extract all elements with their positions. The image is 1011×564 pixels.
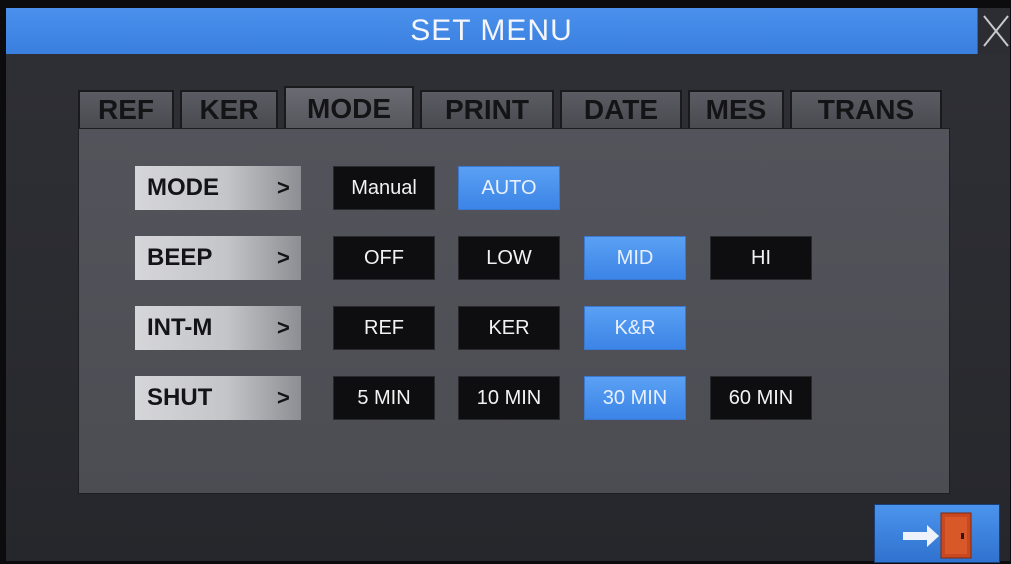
title-bar: SET MENU xyxy=(6,8,977,54)
chevron-right-icon: > xyxy=(277,175,290,200)
tab-label: PRINT xyxy=(445,94,529,125)
option-intm-kr[interactable]: K&R xyxy=(584,306,686,350)
tab-label: MODE xyxy=(307,93,391,124)
option-mode-manual[interactable]: Manual xyxy=(333,166,435,210)
option-beep-mid[interactable]: MID xyxy=(584,236,686,280)
option-shut-10min[interactable]: 10 MIN xyxy=(458,376,560,420)
tab-label: DATE xyxy=(583,94,659,125)
chevron-right-icon: > xyxy=(277,315,290,340)
tab-label: MES xyxy=(705,94,767,125)
row-label-text: INT-M xyxy=(147,314,213,341)
tab-print[interactable]: PRINT xyxy=(420,90,554,130)
row-label-mode[interactable]: MODE > xyxy=(135,166,301,210)
option-mode-auto[interactable]: AUTO xyxy=(458,166,560,210)
row-label-shut[interactable]: SHUT > xyxy=(135,376,301,420)
close-button[interactable] xyxy=(977,8,1010,54)
option-shut-5min[interactable]: 5 MIN xyxy=(333,376,435,420)
tab-label: REF xyxy=(98,94,154,125)
tab-date[interactable]: DATE xyxy=(560,90,682,130)
tab-label: KER xyxy=(199,94,259,125)
tab-mes[interactable]: MES xyxy=(688,90,784,130)
option-beep-low[interactable]: LOW xyxy=(458,236,560,280)
exit-door-icon xyxy=(903,512,972,559)
chevron-right-icon: > xyxy=(277,245,290,270)
row-label-text: MODE xyxy=(147,174,219,201)
row-label-text: BEEP xyxy=(147,244,213,271)
tab-label: TRANS xyxy=(817,94,915,125)
chevron-right-icon: > xyxy=(277,385,290,410)
tab-trans[interactable]: TRANS xyxy=(790,90,942,130)
tab-mode[interactable]: MODE xyxy=(284,86,414,130)
row-label-text: SHUT xyxy=(147,384,213,411)
window-title: SET MENU xyxy=(410,14,573,47)
tab-ref[interactable]: REF xyxy=(78,90,174,130)
option-shut-30min[interactable]: 30 MIN xyxy=(584,376,686,420)
row-label-int-m[interactable]: INT-M > xyxy=(135,306,301,350)
close-x-icon xyxy=(983,15,1009,47)
tab-bar: REF KER MODE PRINT DATE MES TRANS xyxy=(78,86,948,130)
option-beep-off[interactable]: OFF xyxy=(333,236,435,280)
row-label-beep[interactable]: BEEP > xyxy=(135,236,301,280)
option-intm-ref[interactable]: REF xyxy=(333,306,435,350)
option-intm-ker[interactable]: KER xyxy=(458,306,560,350)
exit-button[interactable] xyxy=(874,504,1000,563)
option-beep-hi[interactable]: HI xyxy=(710,236,812,280)
option-shut-60min[interactable]: 60 MIN xyxy=(710,376,812,420)
tab-ker[interactable]: KER xyxy=(180,90,278,130)
